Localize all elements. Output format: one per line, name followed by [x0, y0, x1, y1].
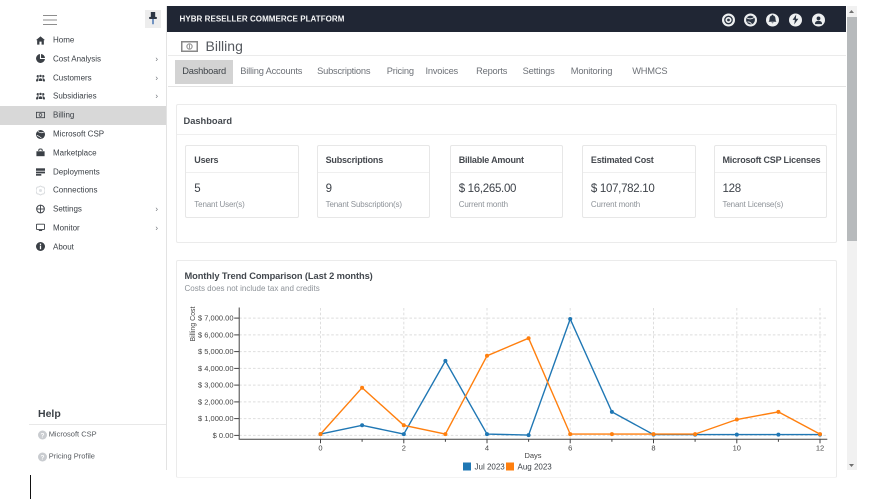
svg-text:$ 7,000.00: $ 7,000.00: [198, 314, 233, 323]
svg-text:8: 8: [651, 444, 655, 453]
svg-text:$ 6,000.00: $ 6,000.00: [198, 330, 233, 339]
svg-text:$ 0.00: $ 0.00: [213, 431, 234, 440]
svg-text:?: ?: [40, 455, 44, 462]
svg-text:4: 4: [485, 444, 489, 453]
svg-text:$ 1,000.00: $ 1,000.00: [198, 414, 233, 423]
svg-text:Jul 2023: Jul 2023: [475, 463, 506, 472]
svg-text:$ 5,000.00: $ 5,000.00: [198, 347, 233, 356]
svg-text:12: 12: [816, 444, 824, 453]
svg-text:$ 4,000.00: $ 4,000.00: [198, 364, 233, 373]
svg-text:$ 2,000.00: $ 2,000.00: [198, 397, 233, 406]
svg-text:Billing Cost: Billing Cost: [190, 306, 197, 341]
svg-text:10: 10: [733, 444, 741, 453]
svg-text:Days: Days: [524, 451, 541, 460]
svg-text:$ 3,000.00: $ 3,000.00: [198, 381, 233, 390]
svg-text:2: 2: [402, 444, 406, 453]
svg-text:6: 6: [568, 444, 572, 453]
svg-text:0: 0: [318, 444, 322, 453]
svg-text:?: ?: [40, 433, 44, 440]
svg-text:Aug 2023: Aug 2023: [518, 463, 553, 472]
